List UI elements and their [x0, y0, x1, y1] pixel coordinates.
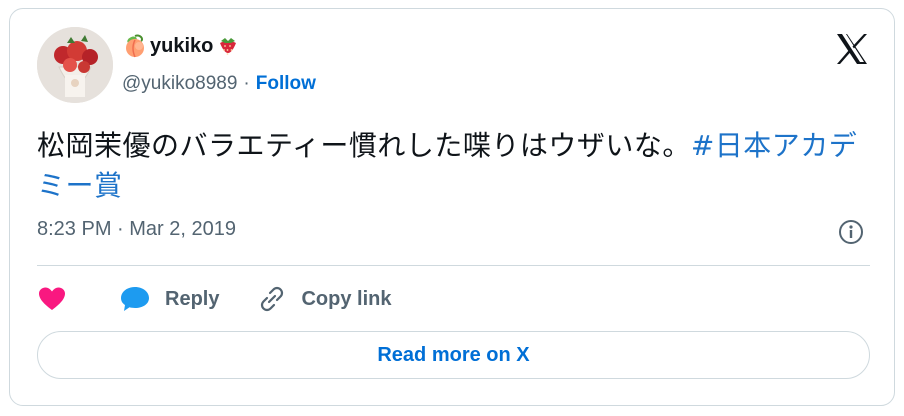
read-more-label: Read more on X [377, 343, 530, 366]
tweet-card: yukiko @yukiko8989 · Follow 松岡茉優のバラエティー慣… [9, 8, 895, 406]
tweet-body: 松岡茉優のバラエティー慣れした喋りはウザいな。 [37, 129, 691, 162]
author-handle-row: @yukiko8989 · Follow [122, 73, 316, 95]
avatar[interactable] [37, 27, 113, 103]
author-handle[interactable]: @yukiko8989 [122, 73, 237, 95]
link-icon [261, 286, 284, 312]
follow-link[interactable]: Follow [256, 73, 316, 95]
divider [37, 265, 870, 266]
heart-icon [39, 287, 65, 310]
peach-emoji-icon [122, 33, 148, 59]
reply-bubble-icon [121, 287, 149, 311]
reply-button[interactable]: Reply [119, 284, 219, 314]
action-bar: Reply Copy link [37, 281, 429, 317]
copy-link-label: Copy link [301, 287, 392, 310]
like-button[interactable] [37, 284, 81, 314]
info-icon[interactable] [838, 219, 864, 245]
reply-label: Reply [165, 287, 220, 310]
read-more-button[interactable]: Read more on X [37, 331, 870, 379]
separator-dot: · [243, 73, 250, 94]
strawberry-emoji-icon [215, 33, 241, 59]
x-logo-icon[interactable] [834, 31, 870, 67]
author-name-row[interactable]: yukiko [122, 31, 241, 61]
tweet-timestamp[interactable]: 8:23 PM · Mar 2, 2019 [37, 218, 236, 241]
author-name: yukiko [150, 34, 214, 57]
tweet-text: 松岡茉優のバラエティー慣れした喋りはウザいな。#日本アカデミー賞 [37, 126, 877, 206]
copy-link-button[interactable]: Copy link [257, 284, 391, 314]
